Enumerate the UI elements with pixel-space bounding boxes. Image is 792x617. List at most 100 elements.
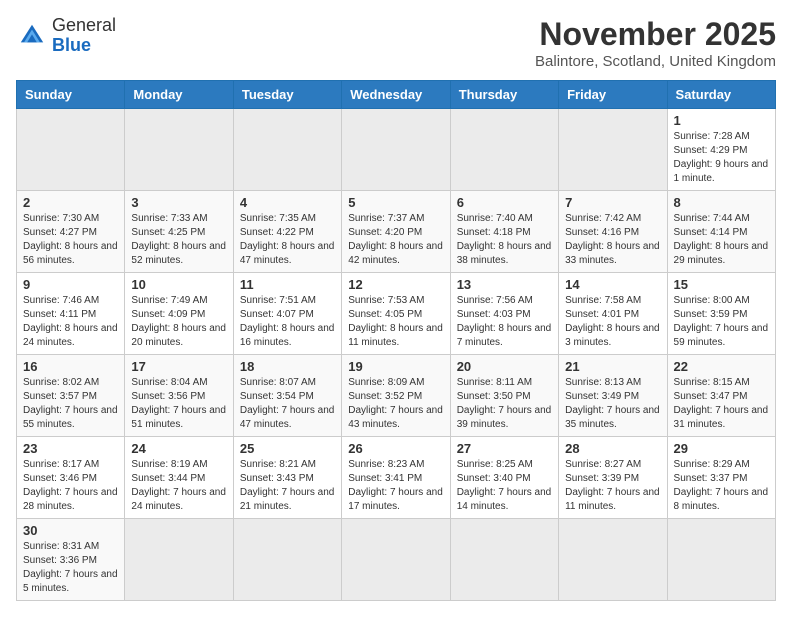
- day-number: 3: [131, 195, 226, 210]
- day-number: 14: [565, 277, 660, 292]
- day-number: 10: [131, 277, 226, 292]
- day-number: 15: [674, 277, 769, 292]
- day-number: 25: [240, 441, 335, 456]
- day-info: Sunrise: 8:02 AM Sunset: 3:57 PM Dayligh…: [23, 376, 118, 432]
- calendar-cell: 3 Sunrise: 7:33 AM Sunset: 4:25 PM Daylig…: [125, 191, 233, 273]
- day-number: 24: [131, 441, 226, 456]
- day-number: 23: [23, 441, 118, 456]
- day-number: 29: [674, 441, 769, 456]
- day-info: Sunrise: 8:19 AM Sunset: 3:44 PM Dayligh…: [131, 458, 226, 514]
- calendar-cell: 22 Sunrise: 8:15 AM Sunset: 3:47 PM Dayli…: [667, 355, 775, 437]
- day-info: Sunrise: 7:33 AM Sunset: 4:25 PM Dayligh…: [131, 212, 226, 268]
- day-info: Sunrise: 7:30 AM Sunset: 4:27 PM Dayligh…: [23, 212, 118, 268]
- day-info: Sunrise: 8:23 AM Sunset: 3:41 PM Dayligh…: [348, 458, 443, 514]
- day-number: 9: [23, 277, 118, 292]
- calendar-table: SundayMondayTuesdayWednesdayThursdayFrid…: [16, 80, 776, 601]
- weekday-header-friday: Friday: [559, 81, 667, 109]
- calendar-cell: 4 Sunrise: 7:35 AM Sunset: 4:22 PM Daylig…: [233, 191, 341, 273]
- day-info: Sunrise: 8:17 AM Sunset: 3:46 PM Dayligh…: [23, 458, 118, 514]
- day-info: Sunrise: 7:58 AM Sunset: 4:01 PM Dayligh…: [565, 294, 660, 350]
- day-number: 12: [348, 277, 443, 292]
- day-info: Sunrise: 8:07 AM Sunset: 3:54 PM Dayligh…: [240, 376, 335, 432]
- weekday-header-thursday: Thursday: [450, 81, 558, 109]
- day-number: 28: [565, 441, 660, 456]
- calendar-cell: 27Sunrise: 8:25 AM Sunset: 3:40 PM Dayli…: [450, 437, 558, 519]
- calendar-cell: [342, 109, 450, 191]
- day-info: Sunrise: 8:15 AM Sunset: 3:47 PM Dayligh…: [674, 376, 769, 432]
- logo-text: General Blue: [52, 16, 116, 56]
- day-info: Sunrise: 7:46 AM Sunset: 4:11 PM Dayligh…: [23, 294, 118, 350]
- calendar-cell: [17, 109, 125, 191]
- calendar-cell: [342, 519, 450, 601]
- day-number: 16: [23, 359, 118, 374]
- calendar-cell: 30 Sunrise: 8:31 AM Sunset: 3:36 PM Dayli…: [17, 519, 125, 601]
- calendar-cell: [233, 519, 341, 601]
- day-info: Sunrise: 7:56 AM Sunset: 4:03 PM Dayligh…: [457, 294, 552, 350]
- day-info: Sunrise: 7:44 AM Sunset: 4:14 PM Dayligh…: [674, 212, 769, 268]
- calendar-cell: 2 Sunrise: 7:30 AM Sunset: 4:27 PM Daylig…: [17, 191, 125, 273]
- day-number: 17: [131, 359, 226, 374]
- calendar-cell: 11Sunrise: 7:51 AM Sunset: 4:07 PM Dayli…: [233, 273, 341, 355]
- calendar-cell: 14 Sunrise: 7:58 AM Sunset: 4:01 PM Dayli…: [559, 273, 667, 355]
- calendar-cell: 9 Sunrise: 7:46 AM Sunset: 4:11 PM Daylig…: [17, 273, 125, 355]
- calendar-cell: [450, 109, 558, 191]
- day-number: 19: [348, 359, 443, 374]
- day-number: 5: [348, 195, 443, 210]
- calendar-cell: 21 Sunrise: 8:13 AM Sunset: 3:49 PM Dayli…: [559, 355, 667, 437]
- generalblue-logo-icon: [16, 20, 48, 52]
- weekday-header-wednesday: Wednesday: [342, 81, 450, 109]
- calendar-cell: [559, 109, 667, 191]
- calendar-cell: 12 Sunrise: 7:53 AM Sunset: 4:05 PM Dayli…: [342, 273, 450, 355]
- calendar-cell: 15Sunrise: 8:00 AM Sunset: 3:59 PM Dayli…: [667, 273, 775, 355]
- day-number: 2: [23, 195, 118, 210]
- calendar-cell: 6 Sunrise: 7:40 AM Sunset: 4:18 PM Daylig…: [450, 191, 558, 273]
- day-info: Sunrise: 8:31 AM Sunset: 3:36 PM Dayligh…: [23, 540, 118, 596]
- logo: General Blue: [16, 16, 116, 56]
- day-info: Sunrise: 7:42 AM Sunset: 4:16 PM Dayligh…: [565, 212, 660, 268]
- week-row-6: 30 Sunrise: 8:31 AM Sunset: 3:36 PM Dayli…: [17, 519, 776, 601]
- day-number: 21: [565, 359, 660, 374]
- day-info: Sunrise: 7:28 AM Sunset: 4:29 PM Dayligh…: [674, 130, 769, 186]
- calendar-cell: 5Sunrise: 7:37 AM Sunset: 4:20 PM Daylig…: [342, 191, 450, 273]
- day-info: Sunrise: 7:35 AM Sunset: 4:22 PM Dayligh…: [240, 212, 335, 268]
- day-number: 11: [240, 277, 335, 292]
- day-number: 22: [674, 359, 769, 374]
- day-number: 30: [23, 523, 118, 538]
- calendar-cell: 1 Sunrise: 7:28 AM Sunset: 4:29 PM Daylig…: [667, 109, 775, 191]
- calendar-cell: 10Sunrise: 7:49 AM Sunset: 4:09 PM Dayli…: [125, 273, 233, 355]
- day-info: Sunrise: 8:21 AM Sunset: 3:43 PM Dayligh…: [240, 458, 335, 514]
- calendar-cell: 8 Sunrise: 7:44 AM Sunset: 4:14 PM Daylig…: [667, 191, 775, 273]
- calendar-cell: [450, 519, 558, 601]
- day-number: 13: [457, 277, 552, 292]
- header: General Blue November 2025 Balintore, Sc…: [16, 16, 776, 70]
- week-row-4: 16 Sunrise: 8:02 AM Sunset: 3:57 PM Dayli…: [17, 355, 776, 437]
- day-number: 7: [565, 195, 660, 210]
- day-number: 6: [457, 195, 552, 210]
- calendar-cell: 23 Sunrise: 8:17 AM Sunset: 3:46 PM Dayli…: [17, 437, 125, 519]
- calendar-cell: 7 Sunrise: 7:42 AM Sunset: 4:16 PM Daylig…: [559, 191, 667, 273]
- week-row-2: 2 Sunrise: 7:30 AM Sunset: 4:27 PM Daylig…: [17, 191, 776, 273]
- calendar-cell: 25 Sunrise: 8:21 AM Sunset: 3:43 PM Dayli…: [233, 437, 341, 519]
- calendar-cell: 28Sunrise: 8:27 AM Sunset: 3:39 PM Dayli…: [559, 437, 667, 519]
- day-number: 1: [674, 113, 769, 128]
- location-subtitle: Balintore, Scotland, United Kingdom: [535, 53, 776, 70]
- day-info: Sunrise: 8:09 AM Sunset: 3:52 PM Dayligh…: [348, 376, 443, 432]
- calendar-cell: 26Sunrise: 8:23 AM Sunset: 3:41 PM Dayli…: [342, 437, 450, 519]
- day-info: Sunrise: 7:53 AM Sunset: 4:05 PM Dayligh…: [348, 294, 443, 350]
- calendar-cell: 16 Sunrise: 8:02 AM Sunset: 3:57 PM Dayli…: [17, 355, 125, 437]
- day-info: Sunrise: 8:11 AM Sunset: 3:50 PM Dayligh…: [457, 376, 552, 432]
- day-info: Sunrise: 8:04 AM Sunset: 3:56 PM Dayligh…: [131, 376, 226, 432]
- week-row-5: 23 Sunrise: 8:17 AM Sunset: 3:46 PM Dayli…: [17, 437, 776, 519]
- day-info: Sunrise: 8:29 AM Sunset: 3:37 PM Dayligh…: [674, 458, 769, 514]
- day-number: 20: [457, 359, 552, 374]
- day-info: Sunrise: 8:13 AM Sunset: 3:49 PM Dayligh…: [565, 376, 660, 432]
- day-info: Sunrise: 8:25 AM Sunset: 3:40 PM Dayligh…: [457, 458, 552, 514]
- calendar-cell: 24 Sunrise: 8:19 AM Sunset: 3:44 PM Dayli…: [125, 437, 233, 519]
- calendar-cell: 20 Sunrise: 8:11 AM Sunset: 3:50 PM Dayli…: [450, 355, 558, 437]
- day-info: Sunrise: 7:40 AM Sunset: 4:18 PM Dayligh…: [457, 212, 552, 268]
- day-number: 4: [240, 195, 335, 210]
- weekday-header-sunday: Sunday: [17, 81, 125, 109]
- day-number: 8: [674, 195, 769, 210]
- calendar-cell: 13 Sunrise: 7:56 AM Sunset: 4:03 PM Dayli…: [450, 273, 558, 355]
- calendar-cell: 18Sunrise: 8:07 AM Sunset: 3:54 PM Dayli…: [233, 355, 341, 437]
